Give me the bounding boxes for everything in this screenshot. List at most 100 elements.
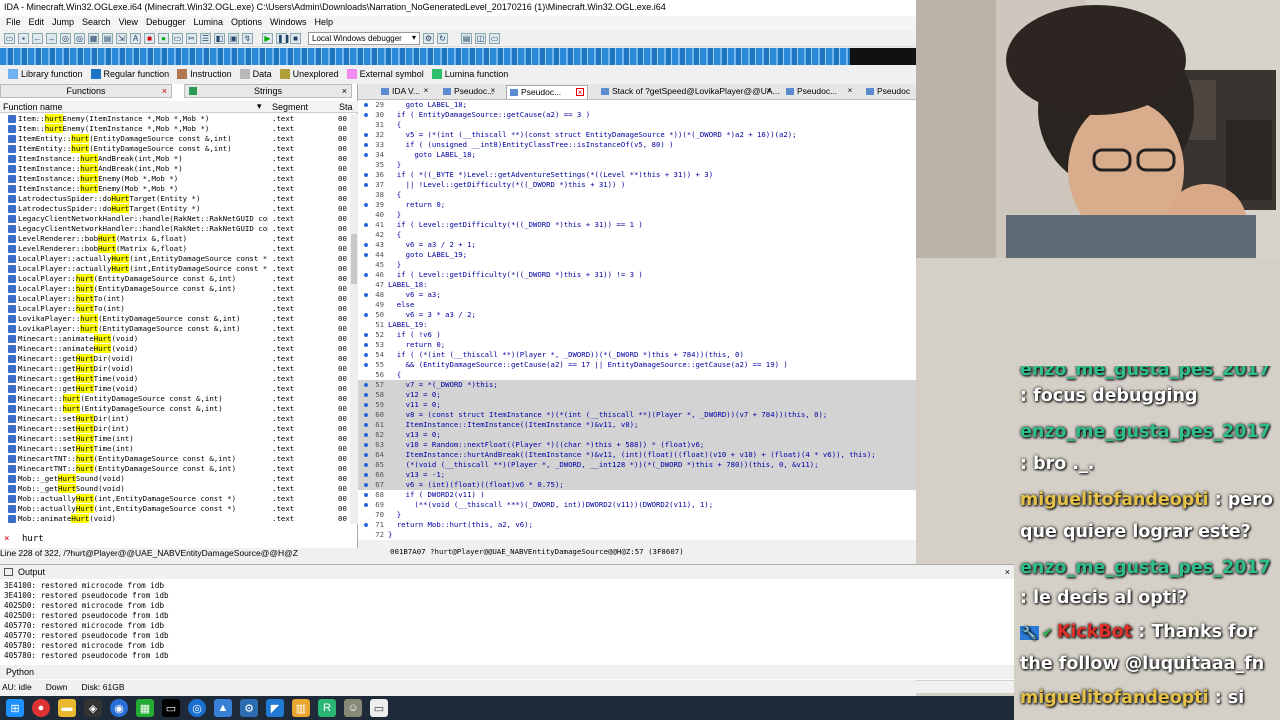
game-icon[interactable]: ▦: [136, 699, 154, 717]
code-line[interactable]: 65 (*(void (__thiscall **)(Player *, _DW…: [358, 460, 916, 470]
code-line[interactable]: 61 ItemInstance::ItemInstance((ItemInsta…: [358, 420, 916, 430]
function-row[interactable]: MinecartTNT::hurt(EntityDamageSource con…: [0, 454, 350, 464]
code-line[interactable]: 50 v6 = 3 * a3 / 2;: [358, 310, 916, 320]
function-row[interactable]: LegacyClientNetworkHandler::handle(RakNe…: [0, 224, 350, 234]
function-row[interactable]: LatrodectusSpider::doHurtTarget(Entity *…: [0, 194, 350, 204]
code-line[interactable]: 45 }: [358, 260, 916, 270]
files-icon[interactable]: ▥: [292, 699, 310, 717]
code-line[interactable]: 44 goto LABEL_19;: [358, 250, 916, 260]
code-line[interactable]: 66 v13 = -1;: [358, 470, 916, 480]
vscode-icon[interactable]: ◤: [266, 699, 284, 717]
scrollbar[interactable]: [350, 114, 358, 524]
jump-icon[interactable]: ⇲: [116, 32, 127, 44]
forward-icon[interactable]: →: [46, 32, 57, 44]
code-line[interactable]: 69 (**(void (__thiscall ***)(_DWORD, int…: [358, 500, 916, 510]
function-row[interactable]: Minecart::setHurtDir(int) .text 00: [0, 424, 350, 434]
back-icon[interactable]: ←: [32, 32, 43, 44]
step-icon[interactable]: ↯: [242, 32, 253, 44]
function-row[interactable]: Minecart::getHurtTime(void) .text 00: [0, 384, 350, 394]
windows-start-icon[interactable]: ⊞: [6, 699, 24, 717]
code-view-icon[interactable]: ◎: [60, 32, 71, 44]
settings-icon[interactable]: ⚙: [240, 699, 258, 717]
debug-options-icon[interactable]: ⚙: [423, 32, 434, 44]
code-line[interactable]: 68 if ( DWORD2(v11) ): [358, 490, 916, 500]
list-icon[interactable]: ☰: [200, 32, 211, 44]
code-line[interactable]: 57 v7 = *(_DWORD *)this;: [358, 380, 916, 390]
pseudocode-view[interactable]: 29 goto LABEL_18; 30 if ( EntityDamageSou…: [358, 100, 916, 540]
navigation-band[interactable]: [0, 48, 916, 65]
breakpoint-icon[interactable]: ◧: [214, 32, 225, 44]
code-line[interactable]: 52 if ( !v6 ): [358, 330, 916, 340]
code-line[interactable]: 72}: [358, 530, 916, 540]
tab-pseudocode[interactable]: Stack of ?getSpeed@LovikaPlayer@@UA... ×: [598, 85, 780, 99]
function-row[interactable]: Minecart::setHurtDir(int) .text 00: [0, 414, 350, 424]
tab-pseudocode[interactable]: IDA V... ×: [378, 85, 433, 99]
function-row[interactable]: Mob::animateHurt(void) .text 00: [0, 514, 350, 524]
function-row[interactable]: LocalPlayer::hurtTo(int) .text 00: [0, 304, 350, 314]
chrome-icon[interactable]: ●: [32, 699, 50, 717]
menu-view[interactable]: View: [117, 16, 144, 30]
stop-icon[interactable]: ■: [144, 32, 155, 44]
code-line[interactable]: 40 }: [358, 210, 916, 220]
ida-icon[interactable]: ◈: [84, 699, 102, 717]
code-line[interactable]: 29 goto LABEL_18;: [358, 100, 916, 110]
lumina-icon[interactable]: ●: [158, 32, 169, 44]
close-icon[interactable]: ×: [489, 87, 497, 95]
code-line[interactable]: 63 v10 = Random::nextFloat((Player *)((c…: [358, 440, 916, 450]
code-line[interactable]: 39 return 0;: [358, 200, 916, 210]
function-row[interactable]: LocalPlayer::actuallyHurt(int,EntityDama…: [0, 264, 350, 274]
function-row[interactable]: ItemInstance::hurtEnemy(Mob *,Mob *) .tex…: [0, 174, 350, 184]
code-line[interactable]: 70 }: [358, 510, 916, 520]
function-row[interactable]: Mob::actuallyHurt(int,EntityDamageSource…: [0, 494, 350, 504]
close-icon[interactable]: ×: [162, 85, 167, 97]
cut-icon[interactable]: ✂: [186, 32, 197, 44]
code-line[interactable]: 38 {: [358, 190, 916, 200]
function-row[interactable]: Mob::actuallyHurt(int,EntityDamageSource…: [0, 504, 350, 514]
tab-pseudocode[interactable]: Pseudoc... ×: [506, 85, 588, 99]
close-icon[interactable]: ×: [4, 534, 9, 544]
close-icon[interactable]: ×: [1005, 565, 1010, 579]
function-row[interactable]: Mob::_getHurtSound(void) .text 00: [0, 484, 350, 494]
code-line[interactable]: 62 v13 = 0;: [358, 430, 916, 440]
search-input[interactable]: hurt: [22, 534, 44, 544]
terminal-icon[interactable]: ▭: [162, 699, 180, 717]
function-row[interactable]: LegacyClientNetworkHandler::handle(RakNe…: [0, 214, 350, 224]
function-row[interactable]: Minecart::getHurtTime(void) .text 00: [0, 374, 350, 384]
layout3-icon[interactable]: ▭: [489, 32, 500, 44]
code-line[interactable]: 33 if ( (unsigned __int8)EntityClassTree…: [358, 140, 916, 150]
function-row[interactable]: Minecart::getHurtDir(void) .text 00: [0, 354, 350, 364]
tab-strings[interactable]: Strings ×: [184, 84, 352, 98]
graph-icon[interactable]: ◎: [74, 32, 85, 44]
function-row[interactable]: LevelRenderer::bobHurt(Matrix &,float) .t…: [0, 244, 350, 254]
window-app-icon[interactable]: ▭: [370, 699, 388, 717]
menu-jump[interactable]: Jump: [50, 16, 80, 30]
browser-icon[interactable]: ◉: [110, 699, 128, 717]
function-row[interactable]: LocalPlayer::hurtTo(int) .text 00: [0, 294, 350, 304]
close-icon[interactable]: ×: [765, 87, 773, 95]
code-line[interactable]: 42 {: [358, 230, 916, 240]
r-icon[interactable]: R: [318, 699, 336, 717]
function-row[interactable]: Minecart::hurt(EntityDamageSource const …: [0, 404, 350, 414]
menu-options[interactable]: Options: [229, 16, 268, 30]
code-line[interactable]: 43 v6 = a3 / 2 + 1;: [358, 240, 916, 250]
function-row[interactable]: MinecartTNT::hurt(EntityDamageSource con…: [0, 464, 350, 474]
trace-icon[interactable]: ▣: [228, 32, 239, 44]
stop-debug-icon[interactable]: ■: [290, 32, 301, 44]
col-function-name[interactable]: Function name: [3, 102, 63, 112]
function-row[interactable]: LocalPlayer::actuallyHurt(int,EntityDama…: [0, 254, 350, 264]
code-line[interactable]: 60 v8 = (const struct ItemInstance *)(*(…: [358, 410, 916, 420]
menu-windows[interactable]: Windows: [268, 16, 313, 30]
close-icon[interactable]: ×: [846, 87, 854, 95]
code-line[interactable]: 47 LABEL_18:: [358, 280, 916, 290]
function-row[interactable]: Mob::_getHurtSound(void) .text 00: [0, 474, 350, 484]
function-row[interactable]: ItemInstance::hurtEnemy(Mob *,Mob *) .tex…: [0, 184, 350, 194]
code-line[interactable]: 64 ItemInstance::hurtAndBreak((ItemInsta…: [358, 450, 916, 460]
python-label[interactable]: Python: [6, 667, 34, 677]
function-row[interactable]: Item::hurtEnemy(ItemInstance *,Mob *,Mob…: [0, 114, 350, 124]
function-row[interactable]: Minecart::setHurtTime(int) .text 00: [0, 434, 350, 444]
function-row[interactable]: Item::hurtEnemy(ItemInstance *,Mob *,Mob…: [0, 124, 350, 134]
code-line[interactable]: 56 {: [358, 370, 916, 380]
function-search[interactable]: × hurt: [0, 534, 358, 546]
open-icon[interactable]: ▭: [4, 32, 15, 44]
pause-icon[interactable]: ❚❚: [276, 32, 290, 44]
